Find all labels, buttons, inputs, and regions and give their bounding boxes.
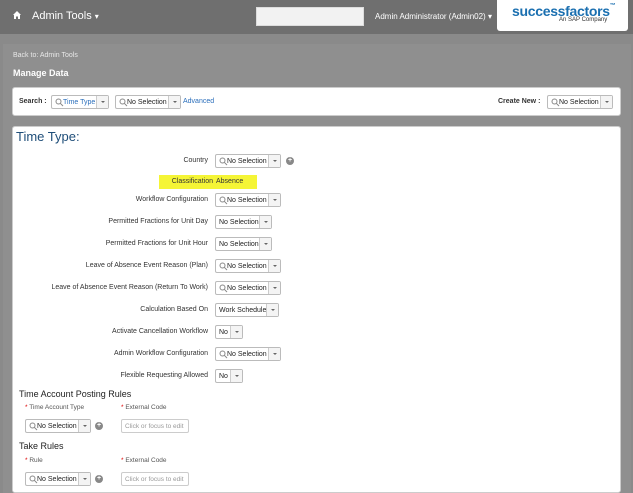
time-account-section-title: Time Account Posting Rules: [19, 389, 132, 399]
chevron-down-icon: [268, 260, 280, 272]
home-icon[interactable]: [12, 10, 22, 20]
fractions-day-label: Permitted Fractions for Unit Day: [108, 218, 208, 225]
chevron-down-icon: [600, 96, 612, 108]
rule-select[interactable]: No Selection: [25, 472, 91, 486]
chevron-down-icon: ▾: [487, 12, 492, 21]
workflow-config-select[interactable]: No Selection: [215, 193, 281, 207]
back-link[interactable]: Back to: Admin Tools: [13, 52, 78, 59]
time-account-external-code-header: * External Code: [121, 404, 167, 411]
classification-label: Classification: [171, 178, 213, 185]
required-marker: *: [121, 457, 124, 464]
take-rule-external-code-input[interactable]: Click or focus to edit: [121, 472, 189, 486]
company-logo: successfactors™ An SAP Company: [497, 0, 628, 31]
create-new-label: Create New :: [498, 98, 541, 105]
add-time-account-button[interactable]: +: [95, 422, 103, 430]
take-rules-section-title: Take Rules: [19, 441, 64, 451]
user-name: Admin Administrator (Admin02): [375, 12, 486, 21]
chevron-down-icon: [268, 194, 280, 206]
chevron-down-icon: [268, 282, 280, 294]
search-panel: Search : Time Type No Selection Advanced…: [12, 87, 621, 116]
time-type-form: Time Type: Country No Selection + Classi…: [12, 126, 621, 493]
required-marker: *: [25, 457, 28, 464]
page-title: Manage Data: [13, 68, 69, 78]
app-title-menu[interactable]: Admin Tools ▾: [32, 10, 99, 22]
activate-cancel-label: Activate Cancellation Workflow: [112, 328, 208, 335]
workflow-config-label: Workflow Configuration: [135, 196, 208, 203]
chevron-down-icon: [266, 304, 278, 316]
time-account-type-select[interactable]: No Selection: [25, 419, 91, 433]
create-new-select[interactable]: No Selection: [547, 95, 613, 109]
search-label: Search :: [19, 98, 47, 105]
search-value-select[interactable]: No Selection: [115, 95, 181, 109]
app-title: Admin Tools: [32, 10, 92, 22]
user-menu[interactable]: Admin Administrator (Admin02) ▾: [375, 12, 492, 21]
chevron-down-icon: [259, 216, 271, 228]
chevron-down-icon: [268, 155, 280, 167]
chevron-down-icon: [168, 96, 180, 108]
chevron-down-icon: [230, 326, 242, 338]
search-type-select[interactable]: Time Type: [51, 95, 109, 109]
chevron-down-icon: ▾: [94, 12, 99, 21]
add-country-button[interactable]: +: [286, 157, 294, 165]
logo-subtitle: An SAP Company: [559, 17, 608, 23]
chevron-down-icon: [230, 370, 242, 382]
loa-return-label: Leave of Absence Event Reason (Return To…: [51, 284, 208, 291]
classification-value: Absence: [216, 178, 244, 185]
required-marker: *: [25, 404, 28, 411]
chevron-down-icon: [78, 420, 90, 432]
country-select[interactable]: No Selection: [215, 154, 281, 168]
time-account-type-header: * Time Account Type: [25, 404, 85, 411]
fractions-day-select[interactable]: No Selection: [215, 215, 272, 229]
chevron-down-icon: [96, 96, 108, 108]
chevron-down-icon: [78, 473, 90, 485]
loa-plan-label: Leave of Absence Event Reason (Plan): [85, 262, 208, 269]
top-bar: Admin Tools ▾ Admin Administrator (Admin0…: [0, 0, 633, 34]
flex-requesting-label: Flexible Requesting Allowed: [120, 372, 208, 379]
activate-cancel-select[interactable]: No: [215, 325, 243, 339]
flex-requesting-select[interactable]: No: [215, 369, 243, 383]
chevron-down-icon: [259, 238, 271, 250]
take-rule-external-code-header: * External Code: [121, 457, 167, 464]
time-account-external-code-input[interactable]: Click or focus to edit: [121, 419, 189, 433]
loa-return-select[interactable]: No Selection: [215, 281, 281, 295]
fractions-hour-label: Permitted Fractions for Unit Hour: [105, 240, 208, 247]
advanced-search-link[interactable]: Advanced: [183, 98, 214, 105]
calc-based-on-select[interactable]: Work Schedule: [215, 303, 279, 317]
form-title: Time Type:: [16, 129, 80, 144]
fractions-hour-select[interactable]: No Selection: [215, 237, 272, 251]
add-take-rule-button[interactable]: +: [95, 475, 103, 483]
page-container: Back to: Admin Tools Manage Data Search …: [3, 44, 631, 493]
admin-workflow-select[interactable]: No Selection: [215, 347, 281, 361]
admin-workflow-label: Admin Workflow Configuration: [113, 350, 208, 357]
loa-plan-select[interactable]: No Selection: [215, 259, 281, 273]
rule-header: * Rule: [25, 457, 43, 464]
required-marker: *: [121, 404, 124, 411]
classification-highlight: Classification Absence: [159, 175, 257, 189]
chevron-down-icon: [268, 348, 280, 360]
calc-based-on-label: Calculation Based On: [140, 306, 208, 313]
country-label: Country: [183, 157, 208, 164]
global-search-input[interactable]: [256, 7, 364, 26]
